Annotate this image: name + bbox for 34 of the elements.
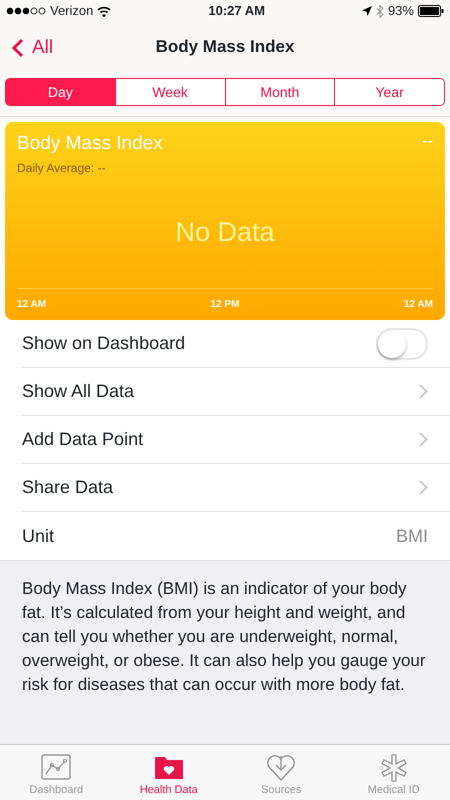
- status-time: 10:27 AM: [208, 2, 265, 20]
- list-row[interactable]: Share Data: [22, 464, 450, 512]
- row-label: Show on Dashboard: [22, 332, 186, 355]
- chart-subtitle: Daily Average: --: [17, 160, 106, 176]
- range-tab[interactable]: Day: [6, 79, 115, 105]
- range-tab[interactable]: Week: [114, 79, 224, 105]
- heart-download-icon: [265, 752, 298, 782]
- signal-icon: [6, 7, 46, 15]
- list-row[interactable]: Show All Data: [22, 368, 450, 416]
- carrier-name: Verizon: [50, 2, 94, 20]
- bluetooth-icon: [376, 4, 384, 18]
- screen-title: Body Mass Index: [156, 36, 294, 58]
- back-button[interactable]: All: [0, 34, 54, 62]
- axis-label: 12 AM: [404, 298, 433, 312]
- chevron-icon: [419, 432, 428, 447]
- axis-label: 12 AM: [17, 298, 46, 312]
- chart-value: --: [422, 132, 433, 152]
- battery-percent: 93%: [388, 2, 414, 20]
- axis-label: 12 PM: [210, 298, 240, 312]
- range-tab[interactable]: Year: [334, 79, 444, 105]
- chevron-icon: [419, 384, 428, 399]
- chart-title: Body Mass Index: [17, 132, 163, 156]
- wifi-icon: [97, 6, 112, 16]
- chart-icon: [40, 752, 72, 782]
- empty-message: No Data: [175, 216, 275, 249]
- chevron-icon: [419, 480, 428, 495]
- back-chevron-icon: [12, 38, 24, 58]
- range-tab[interactable]: Month: [224, 79, 334, 105]
- battery-icon: [418, 5, 444, 17]
- row-value: BMI: [396, 524, 428, 548]
- toggle-switch[interactable]: [376, 328, 428, 360]
- location-icon: [362, 6, 372, 16]
- list-row[interactable]: Add Data Point: [22, 416, 450, 464]
- row-label: Unit: [22, 524, 54, 548]
